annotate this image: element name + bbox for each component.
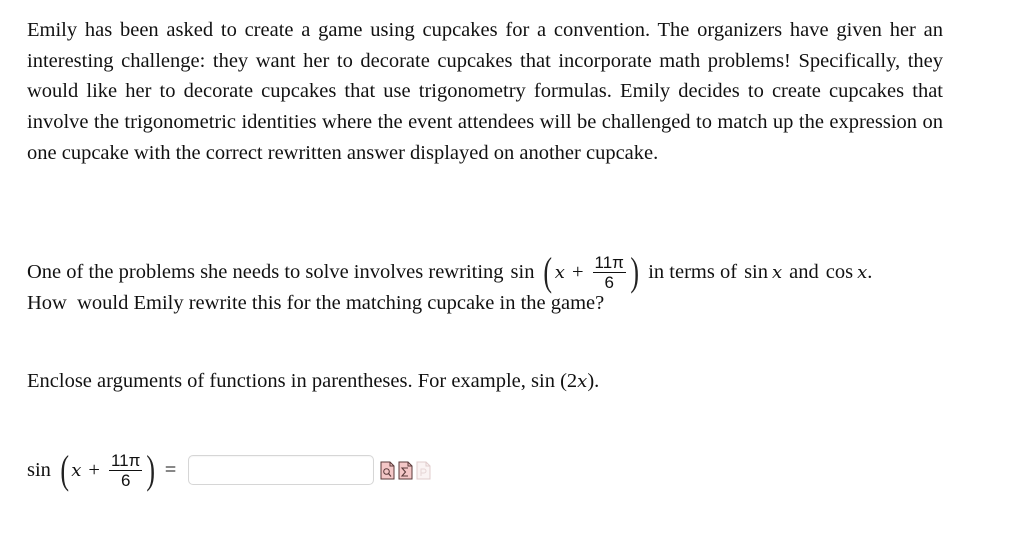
open-paren: ( [543,249,553,294]
var-x: x [71,459,82,481]
numerator: 11π [592,252,626,273]
plus-sign: + [88,458,100,481]
problem-paragraph: Emily has been asked to create a game us… [27,19,943,164]
answer-input[interactable] [188,455,375,485]
close-paren: ) [146,447,156,492]
instruction-text: Enclose arguments of functions in parent… [27,370,526,392]
fraction: 11π 6 [592,252,626,292]
fraction: 11π 6 [108,450,143,490]
var-x: x [554,261,565,283]
period: . [867,260,873,283]
help-icon[interactable] [416,461,431,480]
answer-tools [380,461,431,480]
instruction-line: Enclose arguments of functions in parent… [27,370,599,393]
equation-editor-icon[interactable] [398,461,413,480]
open-paren: ( [60,447,69,492]
equals-sign: = [164,458,177,481]
cos-word: cos [825,260,854,283]
preview-icon[interactable] [380,461,395,480]
question-line-2: How would Emily rewrite this for the mat… [27,292,605,314]
instruction-end: . [594,370,600,392]
answer-row: sin ( x + 11π 6 ) = [27,450,431,490]
question-prefix: One of the problems she needs to solve i… [27,260,504,283]
denominator: 6 [120,470,131,490]
var-x: x [857,261,868,283]
question-suffix: in terms of [648,260,738,283]
instruction-example: sin (2x) [531,370,595,392]
close-paren: ) [630,249,639,294]
denominator: 6 [604,272,614,292]
func-sin: sin [27,458,51,481]
var-x: x [772,261,783,283]
answer-expression: sin ( x + 11π 6 ) = [27,450,176,490]
question-line: One of the problems she needs to solve i… [27,252,872,292]
sin-word: sin [744,260,768,283]
func-sin: sin [510,260,535,283]
plus-sign: + [571,260,584,283]
and-word: and [789,260,819,283]
math-expression: sin ( x + 11π 6 ) [511,252,642,292]
numerator: 11π [108,450,143,471]
